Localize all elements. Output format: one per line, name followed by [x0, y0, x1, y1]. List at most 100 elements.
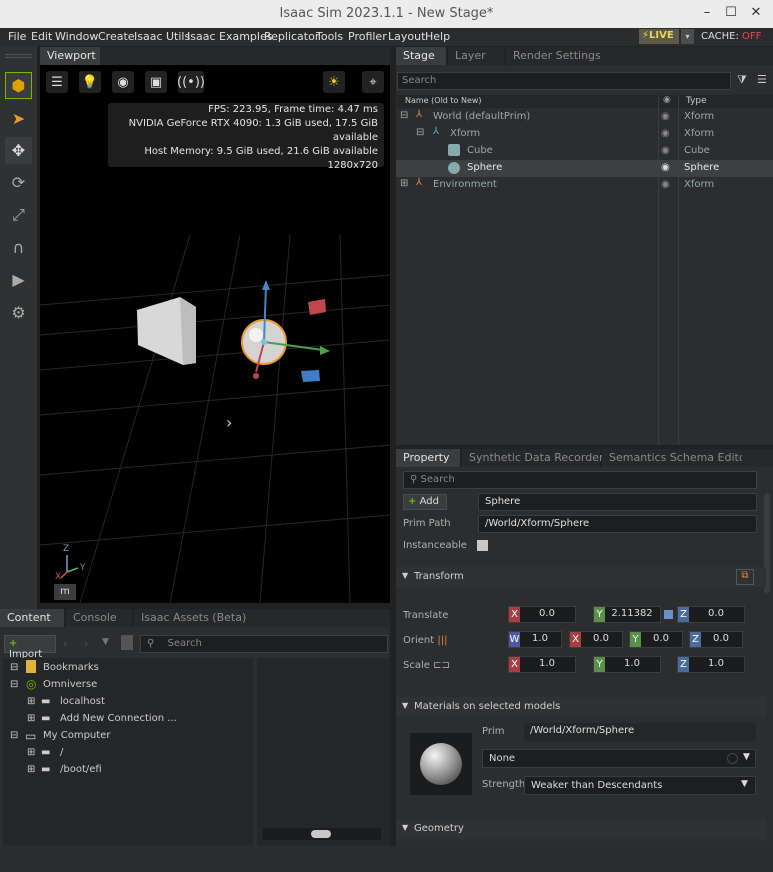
materials-section-header[interactable]: ▼ Materials on selected models	[396, 697, 766, 717]
snap-icon[interactable]: ∩	[5, 234, 32, 261]
material-prim-field[interactable]: /World/Xform/Sphere	[524, 723, 756, 741]
orient-w-field[interactable]: W 1.0	[508, 631, 562, 648]
scale-icon[interactable]: ⤢	[5, 201, 32, 228]
tab-viewport[interactable]: Viewport	[40, 47, 100, 65]
live-toggle[interactable]: ⚡LIVE	[639, 29, 679, 44]
geometry-section-header[interactable]: ▼ Geometry	[396, 819, 766, 839]
gizmo-plane-xz-icon[interactable]	[308, 299, 326, 315]
orient-y-field[interactable]: Y 0.0	[629, 631, 683, 648]
stage-row-xform[interactable]: ⊟ ⅄ Xform ◉ Xform	[396, 126, 773, 143]
transform-options-icon[interactable]: ⧉	[736, 569, 754, 585]
menu-create[interactable]: Create	[98, 30, 135, 43]
add-button[interactable]: + Add	[403, 494, 447, 510]
chevron-down-icon[interactable]: ▼	[741, 779, 748, 789]
tab-property[interactable]: Property	[396, 449, 460, 467]
viewport[interactable]: ☰ 💡 ◉ ▣ ((•)) ☀ ⌖ FPS: 223.95, Frame tim…	[40, 65, 390, 603]
chevron-right-icon[interactable]: ›	[226, 413, 232, 432]
bookmark-icon[interactable]	[121, 635, 133, 650]
transform-section-header[interactable]: ▼ Transform ⧉	[396, 567, 766, 587]
tab-semantics-schema-editor[interactable]: Semantics Schema Editor	[602, 449, 750, 467]
chevron-down-icon[interactable]: ▼	[743, 752, 750, 762]
stage-row-environment[interactable]: ⊞ ⅄ Environment ◉ Xform	[396, 177, 773, 194]
menu-icon[interactable]: ☰	[757, 73, 767, 86]
scale-z-field[interactable]: Z 1.0	[677, 656, 745, 673]
tree-item-my-computer[interactable]: My Computer	[43, 730, 110, 741]
visibility-eye-icon[interactable]: ◉	[661, 111, 670, 122]
property-search-input[interactable]: ⚲ Search	[403, 471, 757, 489]
tree-item-omniverse[interactable]: Omniverse	[43, 679, 97, 690]
close-icon[interactable]: ✕	[747, 5, 765, 20]
rotate-icon[interactable]: ⟳	[5, 169, 32, 196]
tree-item-localhost[interactable]: localhost	[60, 696, 105, 707]
live-dropdown-icon[interactable]: ▾	[681, 29, 694, 44]
visibility-eye-icon[interactable]: ◉	[661, 162, 670, 173]
orient-z-field[interactable]: Z 0.0	[689, 631, 743, 648]
orient-x-field[interactable]: X 0.0	[569, 631, 623, 648]
menu-profiler[interactable]: Profiler	[348, 30, 387, 43]
scrollbar-thumb[interactable]	[311, 830, 331, 838]
visibility-eye-icon[interactable]: ◉	[661, 145, 670, 156]
select-mode-icon[interactable]: ⬢	[5, 72, 32, 99]
stage-row-sphere[interactable]: Sphere ◉ Sphere	[396, 160, 773, 177]
translate-y-field[interactable]: Y 2.11382	[593, 606, 661, 623]
robot-icon[interactable]: ⚙	[5, 299, 32, 326]
maximize-icon[interactable]: ☐	[722, 5, 740, 20]
minimize-icon[interactable]: –	[698, 5, 716, 20]
collapse-icon[interactable]: ⊟	[416, 127, 424, 138]
tab-isaac-assets[interactable]: Isaac Assets (Beta)	[134, 609, 250, 627]
material-preview[interactable]	[410, 733, 472, 795]
translate-z-field[interactable]: Z 0.0	[677, 606, 745, 623]
visibility-eye-icon[interactable]: ◉	[661, 128, 670, 139]
gizmo-plane-yz-icon[interactable]	[301, 370, 320, 382]
material-select[interactable]: None ▼	[482, 749, 756, 768]
prim-path-field[interactable]: /World/Xform/Sphere	[478, 515, 757, 533]
menu-replicator[interactable]: Replicator	[264, 30, 319, 43]
visibility-eye-icon[interactable]: ◉	[661, 179, 670, 190]
expand-icon[interactable]: ⊞	[400, 178, 408, 189]
move-icon[interactable]: ✥	[5, 137, 32, 164]
collapse-icon[interactable]: ⊟	[10, 679, 18, 690]
tree-item-root[interactable]: /	[60, 747, 63, 758]
expand-icon[interactable]: ⊞	[27, 696, 35, 707]
import-button[interactable]: + Import	[4, 635, 56, 660]
scale-x-field[interactable]: X 1.0	[508, 656, 576, 673]
select-arrow-icon[interactable]: ➤	[5, 105, 32, 132]
menu-layout[interactable]: Layout	[388, 30, 425, 43]
menu-tools[interactable]: Tools	[316, 30, 343, 43]
menu-file[interactable]: File	[8, 30, 26, 43]
gizmo-y-arrow-icon[interactable]	[320, 346, 330, 355]
content-search-input[interactable]: ⚲ Search	[140, 635, 388, 653]
cache-status[interactable]: CACHE: OFF	[701, 31, 761, 42]
translate-x-field[interactable]: X 0.0	[508, 606, 576, 623]
tab-console[interactable]: Console	[66, 609, 132, 627]
instanceable-checkbox[interactable]	[477, 540, 488, 551]
strength-select[interactable]: Weaker than Descendants ▼	[524, 776, 756, 795]
filter-icon[interactable]: ⧩	[737, 73, 747, 87]
expand-icon[interactable]: ⊞	[27, 747, 35, 758]
tree-item-add-connection[interactable]: Add New Connection ...	[60, 713, 177, 724]
tab-render-settings[interactable]: Render Settings	[506, 47, 614, 65]
scale-y-field[interactable]: Y 1.0	[593, 656, 661, 673]
expand-icon[interactable]: ⊞	[27, 713, 35, 724]
history-dropdown-icon[interactable]: ▼	[102, 637, 109, 647]
translate-keyframe-icon[interactable]	[664, 610, 673, 619]
collapse-icon[interactable]: ⊟	[400, 110, 408, 121]
prim-name-field[interactable]: Sphere	[478, 493, 757, 511]
gizmo-x-handle-icon[interactable]	[253, 373, 259, 379]
collapse-icon[interactable]: ⊟	[10, 730, 18, 741]
tab-stage[interactable]: Stage	[396, 47, 446, 65]
stage-search-input[interactable]: Search	[397, 72, 731, 90]
menu-isaac-examples[interactable]: Isaac Examples	[187, 30, 272, 43]
collapse-icon[interactable]: ⊟	[10, 662, 18, 673]
tab-synthetic-data-recorder[interactable]: Synthetic Data Recorder	[462, 449, 604, 467]
menu-isaac-utils[interactable]: Isaac Utils	[134, 30, 190, 43]
menu-window[interactable]: Window	[55, 30, 98, 43]
gizmo-center-icon[interactable]	[261, 339, 267, 345]
tree-item-boot-efi[interactable]: /boot/efi	[60, 764, 102, 775]
horizontal-scrollbar[interactable]	[263, 828, 381, 840]
play-icon[interactable]: ▶	[5, 266, 32, 293]
tab-content[interactable]: Content	[0, 609, 64, 627]
forward-icon[interactable]: ›	[84, 637, 88, 650]
stage-row-world[interactable]: ⊟ ⅄ World (defaultPrim) ◉ Xform	[396, 109, 773, 126]
tab-layer[interactable]: Layer	[448, 47, 504, 65]
